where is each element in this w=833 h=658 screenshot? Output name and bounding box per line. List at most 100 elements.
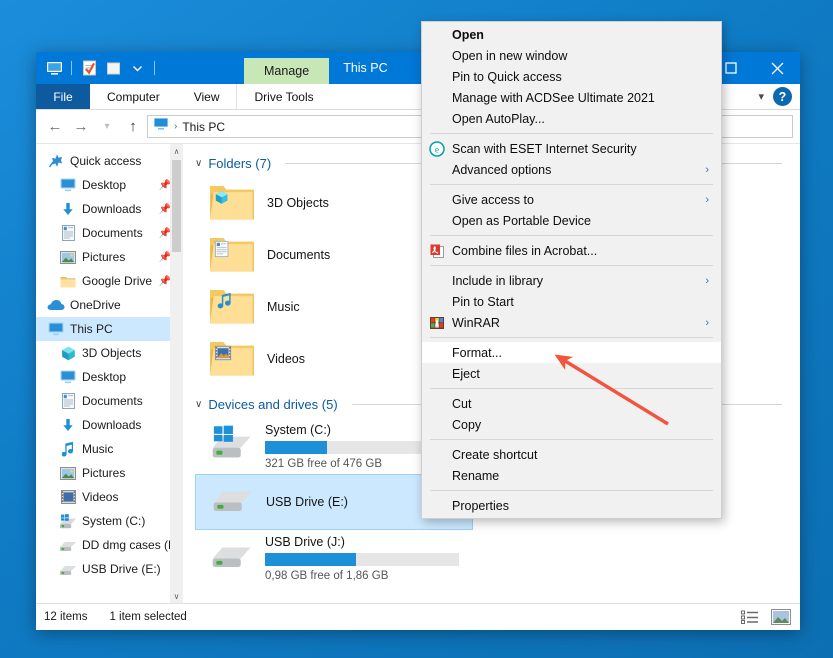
scrollbar-thumb[interactable] [172,160,181,252]
status-item-count: 12 items [44,611,87,623]
menu-item-properties[interactable]: Properties [422,495,721,516]
sidebar-item-desktop[interactable]: Desktop [36,365,183,389]
help-icon[interactable]: ? [773,87,792,106]
menu-separator [430,235,713,236]
group-label-drives: Devices and drives (5) [208,397,337,412]
back-button[interactable]: ← [43,115,67,139]
picture-icon [58,251,78,264]
sidebar-item-dd-dmg-cases-d[interactable]: DD dmg cases (D [36,533,183,557]
sidebar-item-pictures[interactable]: Pictures [36,461,183,485]
contextual-tab-manage[interactable]: Manage [244,58,329,84]
drive-name: USB Drive (E:) [266,495,348,509]
sidebar-item-this-pc[interactable]: This PC [36,317,183,341]
new-folder-icon[interactable] [102,57,124,79]
eset-icon: e [422,141,452,157]
sidebar-item-quick-access[interactable]: Quick access [36,149,183,173]
menu-item-open[interactable]: Open [422,24,721,45]
navigation-pane: Quick accessDesktop📌Downloads📌Documents📌… [36,144,183,603]
drive-icon [59,563,77,576]
download-arrow-icon [58,418,78,433]
chevron-right-icon: › [705,164,713,176]
sidebar-item-label: System (C:) [82,514,145,528]
menu-item-open-in-new-window[interactable]: Open in new window [422,45,721,66]
menu-item-copy[interactable]: Copy [422,414,721,435]
customize-dropdown-icon[interactable] [126,57,148,79]
breadcrumb-this-pc[interactable]: This PC [182,120,225,134]
sidebar-item-label: Desktop [82,370,126,384]
menu-item-combine-files-in-acrobat[interactable]: Combine files in Acrobat... [422,240,721,261]
folder-3d-objects-icon [209,181,255,225]
sidebar-item-label: Desktop [82,178,126,192]
download-arrow-icon [61,202,75,217]
drive-free-text: 0,98 GB free of 1,86 GB [265,570,459,582]
chevron-down-icon[interactable]: ∨ [195,399,202,410]
menu-item-label: Open in new window [452,49,713,63]
drive-icon [210,485,254,520]
sidebar-item-documents[interactable]: Documents📌 [36,221,183,245]
sidebar-item-pictures[interactable]: Pictures📌 [36,245,183,269]
tab-file[interactable]: File [36,84,90,109]
tab-computer[interactable]: Computer [90,84,177,109]
forward-button[interactable]: → [69,115,93,139]
menu-item-create-shortcut[interactable]: Create shortcut [422,444,721,465]
cloud-icon [46,299,66,311]
details-view-icon[interactable] [739,607,761,627]
up-button[interactable]: ↑ [121,115,145,139]
menu-item-give-access-to[interactable]: Give access to› [422,189,721,210]
sidebar-item-downloads[interactable]: Downloads📌 [36,197,183,221]
sidebar-item-desktop[interactable]: Desktop📌 [36,173,183,197]
sidebar-item-label: Documents [82,394,143,408]
menu-item-pin-to-quick-access[interactable]: Pin to Quick access [422,66,721,87]
sidebar-item-downloads[interactable]: Downloads [36,413,183,437]
menu-item-advanced-options[interactable]: Advanced options› [422,159,721,180]
folder-documents-icon [209,233,255,277]
menu-item-include-in-library[interactable]: Include in library› [422,270,721,291]
menu-item-manage-with-acdsee-ultimate-2021[interactable]: Manage with ACDSee Ultimate 2021 [422,87,721,108]
sidebar-item-system-c[interactable]: System (C:) [36,509,183,533]
status-selection: 1 item selected [109,611,186,623]
chevron-down-icon[interactable]: ∨ [195,158,202,169]
tab-view[interactable]: View [177,84,237,109]
recent-locations-button[interactable]: ▾ [95,115,119,139]
menu-item-pin-to-start[interactable]: Pin to Start [422,291,721,312]
large-icons-view-icon[interactable] [770,607,792,627]
video-icon [58,490,78,504]
menu-item-label: Open as Portable Device [452,214,713,228]
drive-icon [209,541,253,576]
drive-tile[interactable]: USB Drive (J:)0,98 GB free of 1,86 GB [195,530,473,586]
menu-item-scan-with-eset-internet-security[interactable]: eScan with ESET Internet Security [422,138,721,159]
folder-icon [60,275,76,288]
navigation-scrollbar[interactable]: ∧ ∨ [170,144,183,603]
menu-item-open-autoplay[interactable]: Open AutoPlay... [422,108,721,129]
toolbar-divider [71,61,72,75]
close-button[interactable] [754,52,800,84]
menu-item-format[interactable]: Format... [422,342,721,363]
menu-separator [430,439,713,440]
contextual-tab-group: Manage This PC [244,52,402,84]
sidebar-item-usb-drive-e[interactable]: USB Drive (E:) [36,557,183,581]
tab-drive-tools[interactable]: Drive Tools [236,84,330,109]
context-menu: Open Open in new window Pin to Quick acces… [421,21,722,519]
menu-item-label: Advanced options [452,163,705,177]
folder-tile-label: Music [267,300,300,314]
menu-separator [430,388,713,389]
menu-item-rename[interactable]: Rename [422,465,721,486]
menu-item-label: Manage with ACDSee Ultimate 2021 [452,91,713,105]
menu-item-cut[interactable]: Cut [422,393,721,414]
sidebar-item-google-drive[interactable]: Google Drive📌 [36,269,183,293]
menu-item-winrar[interactable]: WinRAR› [422,312,721,333]
properties-icon[interactable] [78,57,100,79]
sidebar-item-videos[interactable]: Videos [36,485,183,509]
sidebar-item-music[interactable]: Music [36,437,183,461]
this-pc-icon[interactable] [43,57,65,79]
scroll-up-icon[interactable]: ∧ [170,144,183,158]
chevron-right-icon: › [705,317,713,329]
scroll-down-icon[interactable]: ∨ [170,589,183,603]
menu-item-open-as-portable-device[interactable]: Open as Portable Device [422,210,721,231]
menu-item-eject[interactable]: Eject [422,363,721,384]
navigation-list: Quick accessDesktop📌Downloads📌Documents📌… [36,149,183,581]
sidebar-item-onedrive[interactable]: OneDrive [36,293,183,317]
chevron-down-icon[interactable]: ▾ [758,90,764,103]
sidebar-item-documents[interactable]: Documents [36,389,183,413]
sidebar-item-3d-objects[interactable]: 3D Objects [36,341,183,365]
